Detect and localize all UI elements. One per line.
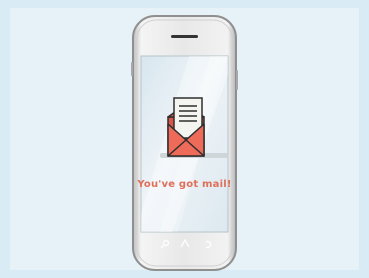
earpiece	[171, 35, 198, 38]
you-got-mail-message: You've got mail!	[137, 179, 232, 190]
illustration-canvas: You've got mail!	[0, 0, 369, 278]
smartphone	[131, 15, 238, 271]
